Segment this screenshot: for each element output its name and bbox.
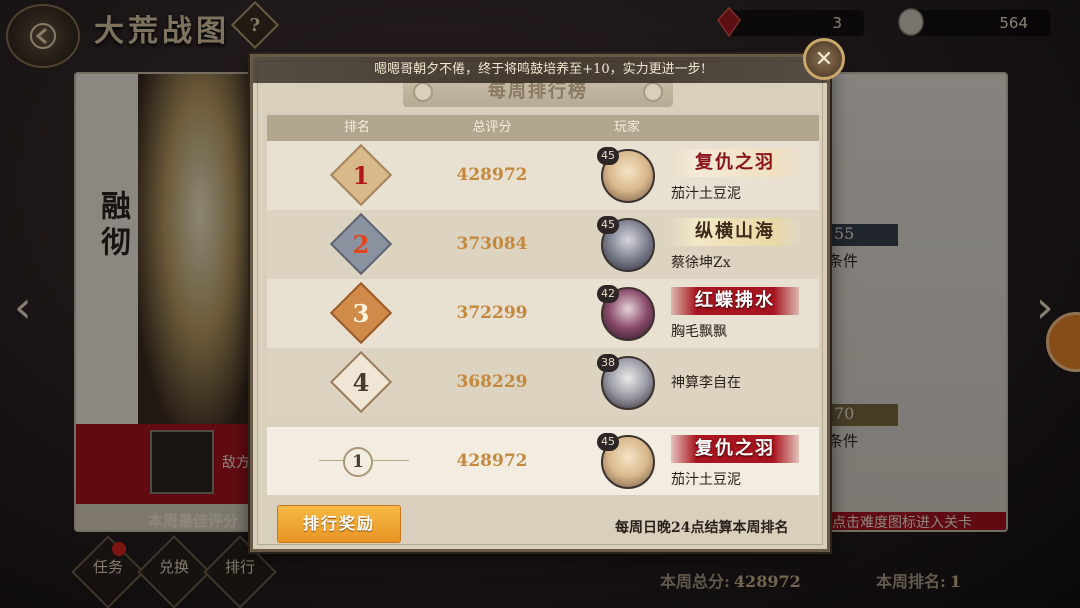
settlement-note: 每周日晚24点结算本周排名	[615, 520, 789, 536]
player-level: 45	[597, 147, 619, 165]
rank-number: 2	[352, 229, 370, 259]
rank-score: 428972	[456, 165, 528, 185]
rank-number: 1	[352, 160, 370, 190]
ranking-list: 1 428972 45 复仇之羽 茄汁土豆泥 2 373084 45 纵横山海 …	[267, 141, 819, 417]
rank-score: 373084	[456, 234, 528, 254]
rank-number: 3	[352, 298, 370, 328]
rank-number: 4	[352, 367, 370, 397]
player-title-tag: 红蝶拂水	[671, 287, 799, 315]
close-icon: ✕	[814, 46, 834, 72]
player-name: 蔡徐坤Zx	[671, 255, 731, 271]
player-name: 茄汁土豆泥	[671, 186, 741, 202]
announcement-banner: 嗯嗯哥朝夕不倦，终于将鸣鼓培养至+10，实力更进一步!	[253, 57, 827, 83]
player-title-tag: 复仇之羽	[671, 149, 799, 177]
player-title-tag: 纵横山海	[671, 218, 799, 246]
player-level: 42	[597, 285, 619, 303]
column-rank: 排名	[343, 120, 370, 135]
ranking-row[interactable]: 1 428972 45 复仇之羽 茄汁土豆泥	[267, 141, 819, 210]
my-name: 茄汁土豆泥	[671, 472, 741, 488]
my-title-tag: 复仇之羽	[671, 435, 799, 463]
leaderboard-modal: 每周排行榜 嗯嗯哥朝夕不倦，终于将鸣鼓培养至+10，实力更进一步! 排名 总评分…	[250, 54, 830, 552]
player-name: 胸毛飘飘	[671, 324, 727, 340]
title-ornament-right	[643, 82, 663, 102]
my-ranking-row[interactable]: 1 428972 45 复仇之羽 茄汁土豆泥	[267, 427, 819, 495]
my-level: 45	[597, 433, 619, 451]
modal-title: 每周排行榜	[488, 81, 588, 102]
rank-score: 368229	[456, 372, 528, 392]
rank-score: 372299	[456, 303, 528, 323]
column-player: 玩家	[613, 120, 640, 135]
my-rank-number: 1	[343, 447, 373, 477]
ranking-row[interactable]: 3 372299 42 红蝶拂水 胸毛飘飘	[267, 279, 819, 348]
player-level: 45	[597, 216, 619, 234]
player-level: 38	[597, 354, 619, 372]
close-button[interactable]: ✕	[803, 38, 845, 80]
title-ornament-left	[413, 82, 433, 102]
ranking-row[interactable]: 4 368229 38 神算李自在	[267, 348, 819, 417]
player-name: 神算李自在	[671, 375, 741, 391]
table-header: 排名 总评分 玩家	[267, 115, 819, 141]
column-score: 总评分	[472, 120, 512, 135]
ranking-row[interactable]: 2 373084 45 纵横山海 蔡徐坤Zx	[267, 210, 819, 279]
ranking-rewards-button[interactable]: 排行奖励	[277, 505, 401, 543]
my-score: 428972	[456, 451, 528, 471]
